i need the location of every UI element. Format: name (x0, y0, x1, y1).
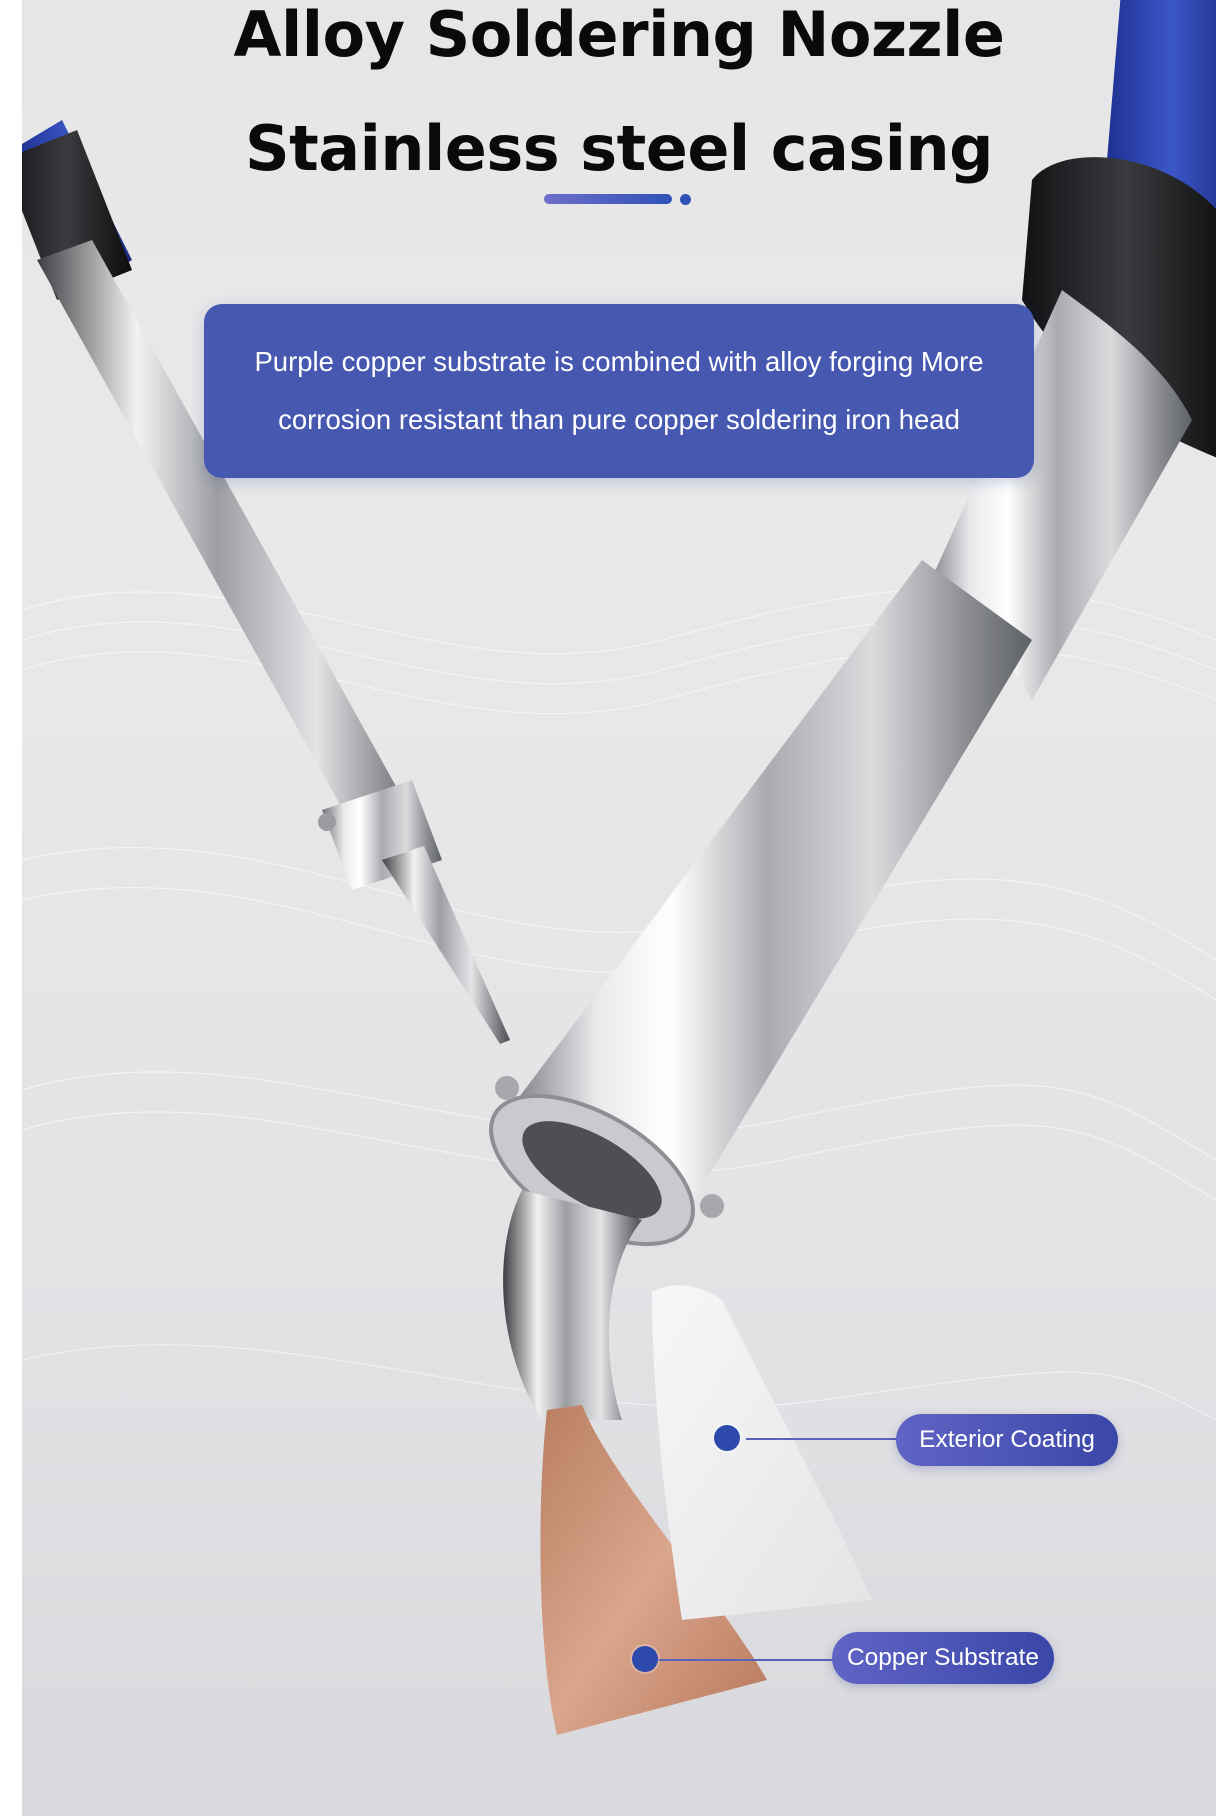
exterior-coating-label: Exterior Coating (896, 1414, 1118, 1466)
headline-line-1: Alloy Soldering Nozzle (233, 0, 1005, 71)
copper-substrate-marker (632, 1646, 658, 1672)
soldering-iron-illustration (22, 0, 1216, 1735)
description-text: Purple copper substrate is combined with… (254, 346, 984, 435)
headline-line-2: Stainless steel casing (245, 112, 993, 185)
copper-substrate-leader-line (658, 1659, 854, 1661)
description-banner: Purple copper substrate is combined with… (204, 304, 1034, 478)
exterior-coating-marker (714, 1425, 740, 1451)
headline: Alloy Soldering Nozzle Stainless steel c… (22, 0, 1216, 206)
exterior-coating-leader-line (746, 1438, 916, 1440)
accent-dot (680, 194, 691, 205)
copper-substrate-label: Copper Substrate (832, 1632, 1054, 1684)
left-soldering-iron (22, 120, 510, 1044)
product-banner: Alloy Soldering Nozzle Stainless steel c… (22, 0, 1216, 1816)
right-soldering-iron (489, 0, 1216, 1420)
accent-bar (544, 194, 672, 204)
